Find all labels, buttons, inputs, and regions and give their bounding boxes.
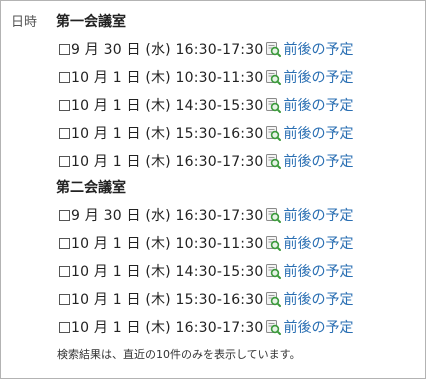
checkbox[interactable]	[59, 210, 70, 221]
adjacent-schedule-link[interactable]: 前後の予定	[283, 261, 353, 281]
slot-time: 9 月 30 日 (水) 16:30-17:30	[71, 42, 264, 58]
room-heading: 第一会議室	[56, 14, 126, 30]
slot-time: 10 月 1 日 (木) 10:30-11:30	[71, 70, 264, 86]
calendar-search-icon[interactable]	[265, 263, 282, 279]
adjacent-schedule-link[interactable]: 前後の予定	[283, 151, 353, 171]
calendar-search-icon[interactable]	[265, 291, 282, 307]
adjacent-schedule-link[interactable]: 前後の予定	[283, 39, 353, 59]
checkbox[interactable]	[59, 238, 70, 249]
adjacent-schedule-link[interactable]: 前後の予定	[283, 317, 353, 337]
search-results-panel: 日時 第一会議室 9 月 30 日 (水) 16:30-17:30 前後の予定 …	[0, 0, 426, 379]
checkbox[interactable]	[59, 156, 70, 167]
checkbox[interactable]	[59, 266, 70, 277]
calendar-search-icon[interactable]	[265, 153, 282, 169]
calendar-search-icon[interactable]	[265, 319, 282, 335]
slot-time: 10 月 1 日 (木) 14:30-15:30	[71, 98, 264, 114]
calendar-search-icon[interactable]	[265, 69, 282, 85]
time-slot: 10 月 1 日 (木) 15:30-16:30 前後の予定	[56, 285, 418, 313]
checkbox[interactable]	[59, 128, 70, 139]
results-note: 検索結果は、直近の10件のみを表示しています。	[57, 348, 301, 361]
time-slot: 10 月 1 日 (木) 16:30-17:30 前後の予定	[56, 313, 418, 341]
adjacent-schedule-link[interactable]: 前後の予定	[283, 289, 353, 309]
time-slot: 10 月 1 日 (木) 14:30-15:30 前後の予定	[56, 257, 418, 285]
slot-time: 9 月 30 日 (水) 16:30-17:30	[71, 208, 264, 224]
adjacent-schedule-link[interactable]: 前後の予定	[283, 95, 353, 115]
slot-time: 10 月 1 日 (木) 15:30-16:30	[71, 126, 264, 142]
checkbox[interactable]	[59, 100, 70, 111]
time-slot: 10 月 1 日 (木) 16:30-17:30 前後の予定	[56, 147, 418, 175]
time-slot: 9 月 30 日 (水) 16:30-17:30 前後の予定	[56, 201, 418, 229]
calendar-search-icon[interactable]	[265, 41, 282, 57]
time-slot: 9 月 30 日 (水) 16:30-17:30 前後の予定	[56, 35, 418, 63]
checkbox[interactable]	[59, 322, 70, 333]
calendar-search-icon[interactable]	[265, 235, 282, 251]
time-slot: 10 月 1 日 (木) 15:30-16:30 前後の予定	[56, 119, 418, 147]
adjacent-schedule-link[interactable]: 前後の予定	[283, 67, 353, 87]
checkbox[interactable]	[59, 294, 70, 305]
time-slot: 10 月 1 日 (木) 10:30-11:30 前後の予定	[56, 229, 418, 257]
adjacent-schedule-link[interactable]: 前後の予定	[283, 123, 353, 143]
checkbox[interactable]	[59, 72, 70, 83]
calendar-search-icon[interactable]	[265, 207, 282, 223]
adjacent-schedule-link[interactable]: 前後の予定	[283, 205, 353, 225]
checkbox[interactable]	[59, 44, 70, 55]
adjacent-schedule-link[interactable]: 前後の予定	[283, 233, 353, 253]
time-slot: 10 月 1 日 (木) 10:30-11:30 前後の予定	[56, 63, 418, 91]
calendar-search-icon[interactable]	[265, 125, 282, 141]
slot-time: 10 月 1 日 (木) 10:30-11:30	[71, 236, 264, 252]
field-label-datetime: 日時	[11, 15, 38, 30]
slot-time: 10 月 1 日 (木) 15:30-16:30	[71, 292, 264, 308]
results-content: 第一会議室 9 月 30 日 (水) 16:30-17:30 前後の予定 10 …	[56, 9, 418, 362]
slot-time: 10 月 1 日 (木) 16:30-17:30	[71, 320, 264, 336]
calendar-search-icon[interactable]	[265, 97, 282, 113]
time-slot: 10 月 1 日 (木) 14:30-15:30 前後の予定	[56, 91, 418, 119]
slot-time: 10 月 1 日 (木) 16:30-17:30	[71, 154, 264, 170]
room-heading: 第二会議室	[56, 180, 126, 196]
slot-time: 10 月 1 日 (木) 14:30-15:30	[71, 264, 264, 280]
